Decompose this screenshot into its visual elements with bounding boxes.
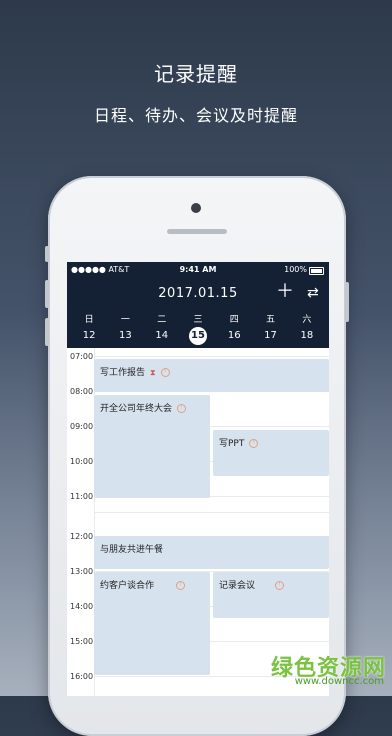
day-row: 12 13 14 15 16 17 18 (71, 327, 325, 345)
status-bar: ●●●●● AT&T 9:41 AM 100% (67, 265, 329, 279)
event-title: 开全公司年终大会 (100, 404, 173, 414)
event-card[interactable]: 与朋友共进午餐 (94, 536, 329, 569)
day-cell[interactable]: 13 (107, 330, 143, 341)
event-card[interactable]: 写PPT! (213, 430, 329, 476)
phone-screen: ●●●●● AT&T 9:41 AM 100% 2017.01.15 ＋ ⇄ 日… (67, 262, 329, 696)
event-card[interactable]: 约客户谈合作! (94, 572, 210, 675)
weekday-row: 日 一 二 三 四 五 六 (71, 312, 325, 325)
swap-icon[interactable]: ⇄ (307, 284, 319, 302)
event-card[interactable]: 记录会议! (213, 572, 329, 618)
day-cell[interactable]: 16 (216, 330, 252, 341)
event-title: 约客户谈合作 (100, 581, 155, 591)
section-divider (94, 512, 329, 513)
hour-label: 15:00 (70, 637, 94, 646)
event-title: 记录会议 (219, 581, 256, 591)
volume-down-button (45, 318, 49, 346)
info-icon: ! (249, 439, 259, 448)
day-cell-selected[interactable]: 15 (180, 327, 216, 345)
calendar-header: ●●●●● AT&T 9:41 AM 100% 2017.01.15 ＋ ⇄ 日… (67, 262, 329, 348)
hero-title: 记录提醒 (154, 62, 238, 86)
weekday-label: 三 (193, 315, 203, 325)
camera (191, 203, 201, 213)
day-timeline[interactable]: 07:00 08:00 09:00 10:00 11:00 12:00 13:0… (67, 348, 329, 696)
hourglass-icon: ⧗ (150, 368, 156, 377)
info-icon: ! (275, 581, 285, 590)
event-title: 写PPT (219, 439, 245, 449)
hour-label: 08:00 (70, 387, 94, 396)
hero-subtitle: 日程、待办、会议及时提醒 (93, 106, 298, 125)
info-icon: ! (160, 368, 170, 377)
info-icon: ! (177, 404, 187, 413)
hour-label: 14:00 (70, 602, 94, 611)
hour-label: 10:00 (70, 457, 94, 466)
weekday-label: 四 (229, 315, 239, 325)
day-cell[interactable]: 17 (252, 330, 288, 341)
event-card[interactable]: 写工作报告 ⧗! (94, 359, 329, 392)
day-cell[interactable]: 14 (144, 330, 180, 341)
day-cell[interactable]: 12 (71, 330, 107, 341)
plus-icon[interactable]: ＋ (276, 282, 294, 302)
battery-percent: 100% (284, 265, 307, 274)
volume-up-button (45, 280, 49, 308)
event-title: 与朋友共进午餐 (100, 545, 164, 555)
battery-icon (309, 267, 324, 275)
hour-label: 12:00 (70, 532, 94, 541)
weekday-label: 一 (120, 315, 130, 325)
event-card[interactable]: 开全公司年终大会! (94, 395, 210, 498)
mute-switch (45, 246, 49, 262)
hour-label: 16:00 (70, 672, 94, 681)
speaker (167, 229, 227, 234)
hour-line (94, 356, 329, 357)
hour-label: 11:00 (70, 492, 94, 501)
hour-label: 13:00 (70, 567, 94, 576)
weekday-label: 日 (84, 315, 94, 325)
weekday-label: 六 (302, 315, 312, 325)
weekday-label: 二 (157, 315, 167, 325)
hour-label: 07:00 (70, 352, 94, 361)
day-cell[interactable]: 18 (289, 330, 325, 341)
power-button (345, 282, 349, 322)
info-icon: ! (176, 581, 186, 590)
event-title: 写工作报告 (100, 368, 146, 378)
weekday-label: 五 (266, 315, 276, 325)
hour-label: 09:00 (70, 422, 94, 431)
watermark-url: www.downcc.com (294, 676, 384, 687)
